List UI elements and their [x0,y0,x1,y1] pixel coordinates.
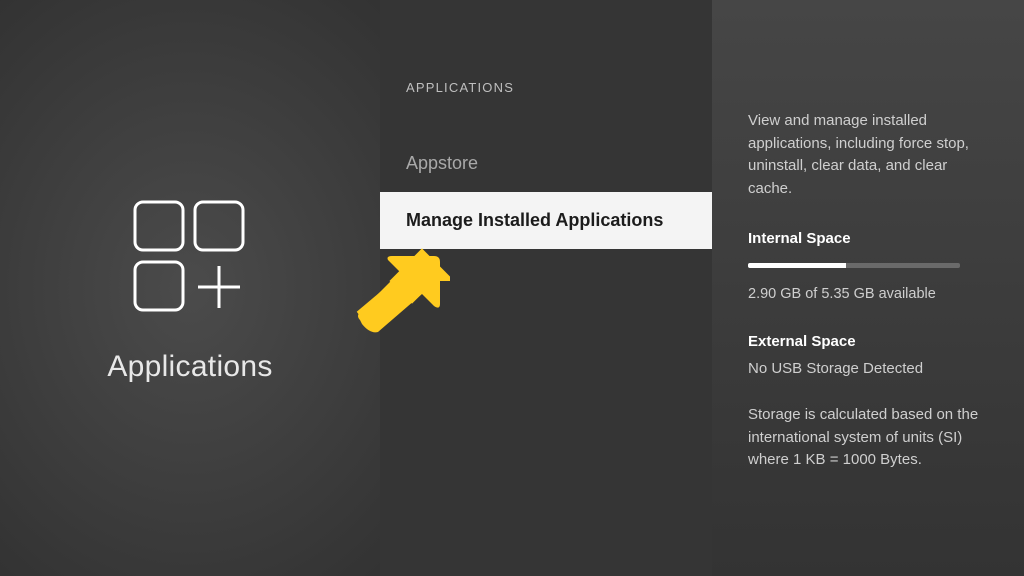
internal-space-bar-fill [748,263,846,268]
menu-item-manage-installed-applications[interactable]: Manage Installed Applications [380,192,712,249]
internal-space-bar [748,263,960,268]
internal-space-title: Internal Space [748,228,988,251]
external-space-block: External Space No USB Storage Detected [748,331,988,380]
applications-menu-panel: APPLICATIONS Appstore Manage Installed A… [380,0,712,576]
details-panel: View and manage installed applications, … [712,0,1024,576]
category-title: Applications [107,350,272,384]
menu-item-appstore[interactable]: Appstore [380,135,712,192]
internal-space-available: 2.90 GB of 5.35 GB available [748,284,988,306]
section-title: APPLICATIONS [380,80,712,95]
applications-icon [125,192,255,322]
details-description: View and manage installed applications, … [748,110,988,200]
external-space-title: External Space [748,331,988,354]
internal-space-block: Internal Space 2.90 GB of 5.35 GB availa… [748,228,988,305]
storage-note: Storage is calculated based on the inter… [748,404,988,472]
external-space-status: No USB Storage Detected [748,358,988,381]
category-panel: Applications [0,0,380,576]
